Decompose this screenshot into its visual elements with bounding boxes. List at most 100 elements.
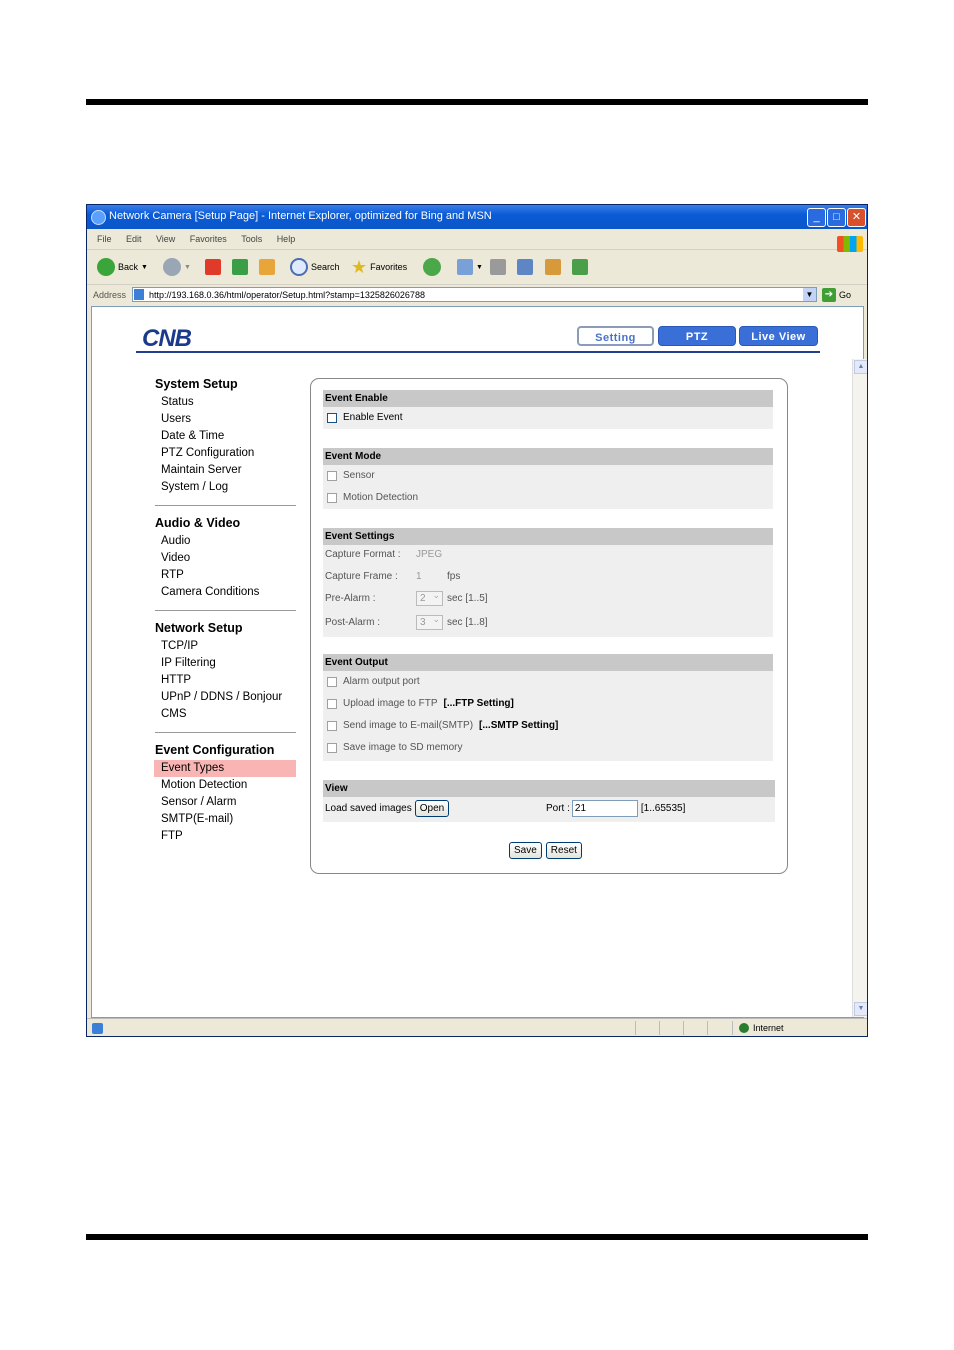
load-saved-label: Load saved images (325, 803, 412, 814)
post-alarm-select[interactable]: 3 (416, 613, 443, 630)
save-sd-checkbox[interactable] (327, 742, 337, 753)
refresh-icon (232, 259, 248, 275)
save-sd-label: Save image to SD memory (343, 742, 463, 753)
page-status-icon (92, 1023, 103, 1034)
vertical-scrollbar[interactable]: ▲ ▼ (852, 359, 867, 1017)
address-dropdown-icon[interactable]: ▼ (803, 288, 816, 301)
section-body-view: Load saved images Open Port : 21 [1..655… (323, 797, 775, 822)
load-saved-row: Load saved images Open (325, 800, 450, 817)
menu-tools[interactable]: Tools (241, 234, 262, 244)
search-label: Search (311, 262, 340, 272)
sidebar-item-motion-detection[interactable]: Motion Detection (161, 777, 296, 794)
sidebar-item-sensor-alarm[interactable]: Sensor / Alarm (161, 794, 296, 811)
menu-favorites[interactable]: Favorites (190, 234, 227, 244)
sidebar-item-upnp-ddns-bonjour[interactable]: UPnP / DDNS / Bonjour (161, 689, 296, 706)
maximize-button[interactable]: □ (827, 208, 846, 227)
page-bottom-rule (86, 1234, 868, 1240)
messenger-icon (572, 259, 588, 275)
sidebar-item-date-time[interactable]: Date & Time (161, 428, 296, 445)
save-button[interactable]: Save (509, 842, 542, 859)
back-button[interactable]: Back ▼ (97, 256, 148, 278)
print-button[interactable] (490, 256, 506, 278)
sensor-label: Sensor (343, 470, 375, 481)
sidebar-item-audio[interactable]: Audio (161, 533, 296, 550)
page-top-rule (86, 99, 868, 105)
send-email-label: Send image to E-mail(SMTP) (343, 720, 474, 731)
sidebar-item-camera-conditions[interactable]: Camera Conditions (161, 584, 296, 601)
ftp-setting-link[interactable]: [...FTP Setting] (444, 698, 514, 709)
messenger-button[interactable] (572, 256, 588, 278)
sidebar-item-ftp[interactable]: FTP (161, 828, 296, 845)
sidebar-item-tcp-ip[interactable]: TCP/IP (161, 638, 296, 655)
history-button[interactable] (423, 256, 441, 278)
sidebar-item-smtp-email[interactable]: SMTP(E-mail) (161, 811, 296, 828)
reset-button[interactable]: Reset (545, 842, 582, 859)
status-divider (732, 1021, 733, 1035)
edit-button[interactable] (517, 256, 533, 278)
sidebar-item-system-log[interactable]: System / Log (161, 479, 296, 496)
zone-label: Internet (753, 1023, 784, 1033)
minimize-button[interactable]: _ (807, 208, 826, 227)
sidebar-item-status[interactable]: Status (161, 394, 296, 411)
menu-help[interactable]: Help (277, 234, 296, 244)
sensor-row: Sensor (327, 470, 375, 481)
enable-event-label: Enable Event (343, 412, 403, 423)
alarm-output-checkbox[interactable] (327, 676, 337, 687)
sidebar-item-ptz-configuration[interactable]: PTZ Configuration (161, 445, 296, 462)
sidebar-item-rtp[interactable]: RTP (161, 567, 296, 584)
search-button[interactable]: Search (290, 256, 340, 278)
discuss-button[interactable] (545, 256, 561, 278)
go-label: Go (839, 290, 852, 300)
section-header-event-output: Event Output (323, 654, 773, 671)
upload-ftp-checkbox[interactable] (327, 698, 337, 709)
stop-button[interactable] (205, 256, 221, 278)
send-email-checkbox[interactable] (327, 720, 337, 731)
sidebar-item-cms[interactable]: CMS (161, 706, 296, 723)
favorites-button[interactable]: ★ Favorites (351, 256, 407, 278)
open-button[interactable]: Open (414, 800, 450, 817)
smtp-setting-link[interactable]: [...SMTP Setting] (479, 720, 558, 731)
menu-view[interactable]: View (156, 234, 175, 244)
address-input[interactable]: http://193.168.0.36/html/operator/Setup.… (132, 287, 817, 302)
capture-frame-unit: fps (447, 571, 461, 582)
search-icon (290, 258, 308, 276)
close-button[interactable]: ✕ (847, 208, 866, 227)
forward-button[interactable]: ▼ (163, 256, 191, 278)
enable-event-row: Enable Event (327, 412, 403, 423)
menu-file[interactable]: File (97, 234, 112, 244)
go-button[interactable]: ➔ Go (822, 287, 851, 303)
status-bar: Internet (87, 1018, 867, 1036)
motion-detection-checkbox[interactable] (327, 492, 337, 503)
capture-format-row: Capture Format : JPEG (325, 549, 442, 560)
window-title: Network Camera [Setup Page] - Internet E… (109, 210, 492, 222)
enable-event-checkbox[interactable] (327, 412, 337, 423)
mail-button[interactable]: ▼ (457, 256, 483, 278)
sensor-checkbox[interactable] (327, 470, 337, 481)
sidebar-item-event-types[interactable]: Event Types (154, 760, 296, 777)
menu-edit[interactable]: Edit (126, 234, 142, 244)
sidebar-item-http[interactable]: HTTP (161, 672, 296, 689)
tab-ptz[interactable]: PTZ (658, 326, 736, 346)
section-body-event-enable: Enable Event (323, 407, 773, 429)
mail-icon (457, 259, 473, 275)
sidebar-item-users[interactable]: Users (161, 411, 296, 428)
pre-alarm-range: sec [1..5] (447, 593, 488, 604)
home-button[interactable] (259, 256, 275, 278)
tab-live-view[interactable]: Live View (739, 326, 818, 346)
sidebar-item-video[interactable]: Video (161, 550, 296, 567)
port-input[interactable]: 21 (571, 800, 638, 817)
scroll-up-icon[interactable]: ▲ (854, 360, 867, 374)
section-body-event-mode: Sensor Motion Detection (323, 465, 773, 509)
pre-alarm-select[interactable]: 2 (416, 589, 443, 606)
sidebar-item-maintain-server[interactable]: Maintain Server (161, 462, 296, 479)
tab-setting[interactable]: Setting (577, 326, 654, 346)
section-body-event-settings: Capture Format : JPEG Capture Frame : 1 … (323, 545, 773, 637)
capture-format-value: JPEG (416, 549, 443, 560)
setup-sidebar: System Setup Status Users Date & Time PT… (154, 377, 296, 845)
port-label: Port : (546, 803, 570, 814)
scroll-down-icon[interactable]: ▼ (854, 1002, 867, 1016)
pre-alarm-row: Pre-Alarm : 2 sec [1..5] (325, 589, 488, 606)
refresh-button[interactable] (232, 256, 248, 278)
upload-ftp-row: Upload image to FTP [...FTP Setting] (327, 698, 514, 709)
sidebar-item-ip-filtering[interactable]: IP Filtering (161, 655, 296, 672)
